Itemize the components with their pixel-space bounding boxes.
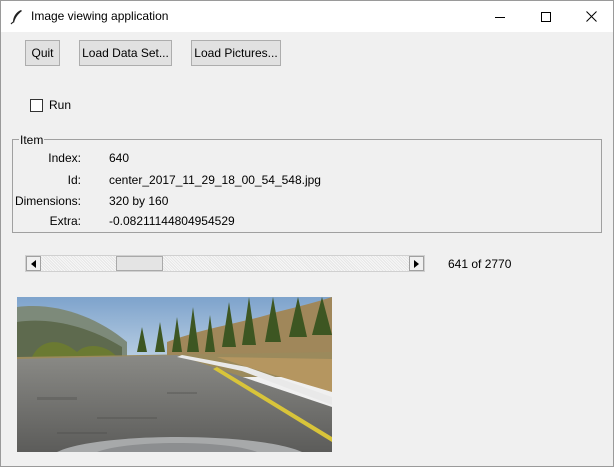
id-value: center_2017_11_29_18_00_54_548.jpg (109, 173, 321, 187)
minimize-icon (495, 12, 505, 22)
app-window: Image viewing application Quit Load Data… (0, 0, 614, 467)
index-row: Index: 640 (1, 151, 601, 167)
close-icon (585, 11, 597, 22)
run-label: Run (49, 98, 72, 112)
index-label: Index: (48, 151, 81, 165)
window-title: Image viewing application (31, 9, 169, 23)
id-label: Id: (67, 173, 81, 187)
extra-label: Extra: (49, 214, 81, 228)
load-pictures-button[interactable]: Load Pictures... (191, 40, 281, 66)
road-image (17, 297, 332, 452)
extra-value: -0.08211144804954529 (109, 214, 235, 228)
minimize-button[interactable] (477, 1, 523, 32)
arrow-right-icon (413, 257, 420, 271)
load-data-set-button[interactable]: Load Data Set... (79, 40, 172, 66)
run-checkbox[interactable] (30, 98, 43, 112)
close-button[interactable] (568, 1, 614, 32)
scrollbar-thumb[interactable] (116, 256, 163, 271)
dimensions-value: 320 by 160 (109, 194, 169, 208)
index-value: 640 (109, 151, 130, 165)
title-bar[interactable]: Image viewing application (1, 1, 613, 32)
feather-icon (10, 9, 24, 25)
maximize-icon (541, 11, 551, 22)
dimensions-label: Dimensions: (14, 194, 81, 208)
extra-row: Extra: -0.08211144804954529 (1, 214, 601, 230)
scroll-left-button[interactable] (26, 256, 41, 271)
run-checkbox-row[interactable]: Run (30, 98, 71, 112)
id-row: Id: center_2017_11_29_18_00_54_548.jpg (1, 173, 601, 189)
dimensions-row: Dimensions: 320 by 160 (1, 194, 601, 210)
quit-button[interactable]: Quit (25, 40, 60, 66)
arrow-left-icon (30, 257, 37, 271)
scroll-right-button[interactable] (409, 256, 424, 271)
position-counter: 641 of 2770 (448, 257, 512, 271)
image-scrollbar[interactable] (25, 255, 425, 272)
maximize-button[interactable] (523, 1, 569, 32)
item-group-label: Item (19, 133, 45, 147)
